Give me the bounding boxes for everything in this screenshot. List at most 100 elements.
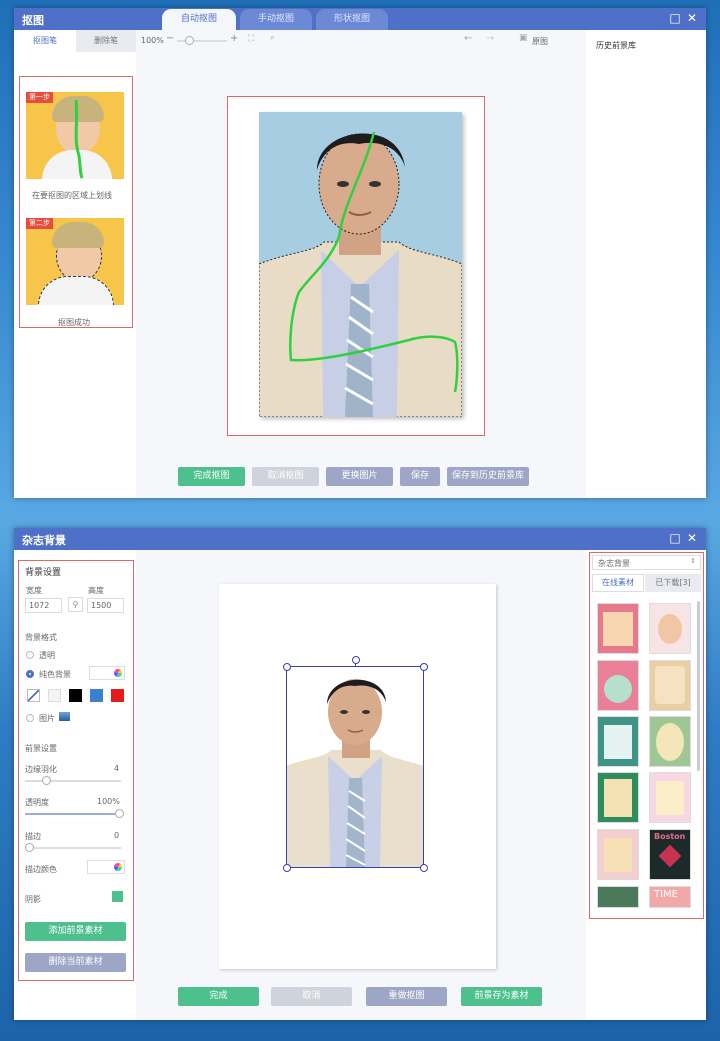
material-thumb[interactable]: [597, 603, 639, 654]
original-image-label[interactable]: 原图: [532, 36, 548, 47]
material-thumb[interactable]: [597, 772, 639, 823]
solid-bg-radio[interactable]: [26, 670, 34, 678]
original-image-icon[interactable]: ▣: [519, 33, 528, 43]
resize-handle-tl[interactable]: [283, 663, 291, 671]
close-icon[interactable]: ✕: [685, 11, 699, 25]
tab-shape-cutout[interactable]: 形状抠图: [316, 9, 388, 30]
save-button[interactable]: 保存: [400, 467, 440, 486]
stroke-slider-knob[interactable]: [25, 843, 34, 852]
category-select-value: 杂志背景: [598, 559, 630, 568]
stroke-label: 描边: [25, 832, 41, 841]
materials-panel: 杂志背景 ⇕ 在线素材 已下载[3] Boston TIME: [586, 550, 706, 1020]
color-wheel-icon: [114, 863, 122, 871]
image-icon[interactable]: [59, 712, 70, 721]
material-thumb[interactable]: [649, 603, 691, 654]
title-bar-2: 杂志背景 □ ✕: [14, 528, 706, 550]
category-select[interactable]: 杂志背景 ⇕: [592, 555, 701, 570]
opacity-slider-knob[interactable]: [115, 809, 124, 818]
solid-bg-label: 纯色背景: [39, 670, 71, 679]
undo-icon[interactable]: ←: [464, 33, 472, 44]
magnifier-icon[interactable]: ⌕: [270, 33, 275, 43]
redo-icon[interactable]: →: [486, 33, 494, 44]
material-thumb[interactable]: [649, 660, 691, 711]
crop-icon[interactable]: ⛶: [248, 34, 254, 44]
feather-slider[interactable]: [25, 780, 121, 782]
materials-scrollbar[interactable]: [697, 601, 700, 771]
swatch-black[interactable]: [69, 689, 82, 702]
width-label: 宽度: [26, 586, 42, 595]
watermark: 知乎 @风和林: [590, 1003, 679, 1019]
portrait-photo[interactable]: [259, 112, 462, 417]
history-panel: 历史前景库: [586, 30, 706, 498]
close-icon[interactable]: ✕: [685, 531, 699, 545]
swatch-red[interactable]: [111, 689, 124, 702]
step2-badge: 第二步: [26, 218, 53, 229]
redo-cutout-button[interactable]: 重做抠图: [366, 987, 447, 1006]
cancel-button[interactable]: 取消: [271, 987, 352, 1006]
finish-cutout-button[interactable]: 完成抠图: [178, 467, 245, 486]
material-thumb[interactable]: TIME: [649, 886, 691, 908]
thumb-text-time: TIME: [654, 889, 679, 900]
zoom-slider-knob[interactable]: [185, 36, 194, 45]
material-thumb[interactable]: [597, 660, 639, 711]
rotate-handle[interactable]: [352, 656, 360, 664]
zoom-out-icon[interactable]: −: [166, 33, 174, 44]
stroke-slider[interactable]: [25, 847, 121, 849]
cancel-cutout-button[interactable]: 取消抠图: [252, 467, 319, 486]
step1-caption: 在要抠图的区域上划线: [32, 191, 112, 200]
tab-erase-pen[interactable]: 删除笔: [76, 30, 136, 52]
swatch-white[interactable]: [48, 689, 61, 702]
maximize-icon[interactable]: □: [668, 531, 682, 545]
material-thumb[interactable]: [649, 772, 691, 823]
opacity-value: 100%: [97, 797, 120, 806]
height-label: 高度: [88, 586, 104, 595]
tab-downloaded[interactable]: 已下载[3]: [645, 574, 701, 592]
material-thumb[interactable]: [597, 716, 639, 767]
material-thumb[interactable]: [649, 716, 691, 767]
image-bg-radio[interactable]: [26, 714, 34, 722]
transparent-label: 透明: [39, 651, 55, 660]
tab-online-materials[interactable]: 在线素材: [592, 574, 644, 592]
delete-current-material-button[interactable]: 删除当前素材: [25, 953, 126, 972]
canvas-area-2: 完成 取消 重做抠图 前景存为素材: [136, 550, 586, 1020]
height-input[interactable]: 1500: [87, 598, 124, 613]
zoom-in-icon[interactable]: +: [230, 33, 238, 44]
swatch-none[interactable]: [27, 689, 40, 702]
swatch-blue[interactable]: [90, 689, 103, 702]
resize-handle-bl[interactable]: [283, 864, 291, 872]
material-thumb[interactable]: Boston: [649, 829, 691, 880]
save-fg-as-material-button[interactable]: 前景存为素材: [461, 987, 542, 1006]
material-thumb[interactable]: [597, 829, 639, 880]
link-icon[interactable]: ⚲: [68, 597, 83, 612]
maximize-icon[interactable]: □: [668, 11, 682, 25]
left-panel: 抠图笔 删除笔 第一步 在要抠图的区域上划线 第二步 抠图成功: [14, 30, 136, 498]
material-thumb[interactable]: [597, 886, 639, 908]
color-wheel-icon: [114, 669, 122, 677]
magazine-bg-window: 杂志背景 □ ✕ 背景设置 宽度 高度 1072 ⚲ 1500 背景格式 透明 …: [14, 528, 706, 1020]
resize-handle-tr[interactable]: [420, 663, 428, 671]
shadow-toggle[interactable]: [112, 891, 123, 902]
zoom-value: 100%: [141, 36, 164, 45]
solid-color-picker[interactable]: [89, 666, 125, 680]
opacity-slider[interactable]: [25, 813, 121, 815]
canvas-area: 100% − + ⛶ ⌕ ← → ▣ 原图 完成抠图 取消抠图 更换图片 保存 …: [136, 30, 586, 498]
resize-handle-br[interactable]: [420, 864, 428, 872]
tab-auto-cutout[interactable]: 自动抠图: [162, 9, 236, 30]
tab-manual-cutout[interactable]: 手动抠图: [240, 9, 312, 30]
thumb-text-boston: Boston: [654, 832, 686, 841]
stroke-color-picker[interactable]: [87, 860, 125, 874]
tab-cutout-pen[interactable]: 抠图笔: [14, 30, 76, 52]
add-fg-material-button[interactable]: 添加前景素材: [25, 922, 126, 941]
image-bg-label: 图片: [39, 714, 55, 723]
history-title: 历史前景库: [596, 41, 636, 50]
transparent-radio[interactable]: [26, 651, 34, 659]
bg-style-title: 背景格式: [25, 633, 57, 642]
feather-slider-knob[interactable]: [42, 776, 51, 785]
title-bar: 抠图 自动抠图 手动抠图 形状抠图 □ ✕: [14, 8, 706, 30]
width-input[interactable]: 1072: [25, 598, 62, 613]
feather-value: 4: [114, 764, 120, 773]
done-button[interactable]: 完成: [178, 987, 259, 1006]
save-to-history-button[interactable]: 保存到历史前景库: [447, 467, 529, 486]
replace-image-button[interactable]: 更换图片: [326, 467, 393, 486]
selection-box[interactable]: [286, 666, 424, 868]
